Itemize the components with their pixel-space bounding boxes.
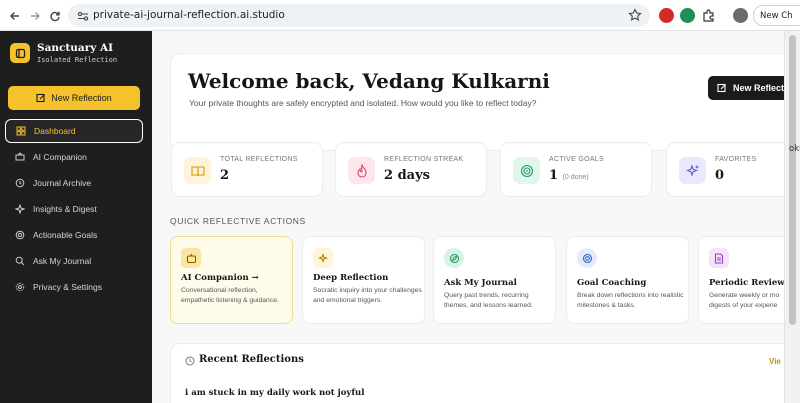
sidebar-item-label: AI Companion — [33, 152, 87, 162]
welcome-subtitle: Your private thoughts are safely encrypt… — [189, 98, 537, 108]
chat-icon — [15, 152, 25, 161]
stat-value: 2 days — [384, 168, 430, 183]
extension-red-icon[interactable] — [659, 8, 674, 23]
recent-reflections-title: Recent Reflections — [199, 354, 304, 365]
recent-reflections-card: Recent Reflections Vie i am stuck in my … — [170, 343, 784, 403]
sidebar-item-label: Privacy & Settings — [33, 282, 102, 292]
extensions-puzzle-icon[interactable] — [701, 8, 716, 23]
bot-icon — [181, 248, 201, 268]
scrollbar-thumb[interactable] — [789, 35, 796, 325]
stat-value: 1 (0 done) — [549, 168, 589, 183]
quick-actions-heading: QUICK REFLECTIVE ACTIONS — [170, 216, 306, 226]
compass-icon — [444, 248, 464, 268]
sidebar-item-goals[interactable]: Actionable Goals — [5, 223, 143, 247]
stat-card-active-goals: ACTIVE GOALS 1 (0 done) — [500, 142, 652, 197]
view-all-link[interactable]: Vie — [769, 357, 781, 366]
sidebar-item-label: Actionable Goals — [33, 230, 98, 240]
stat-note: (0 done) — [562, 174, 589, 181]
stat-label: ACTIVE GOALS — [549, 156, 604, 163]
book-icon — [184, 157, 211, 184]
action-description: Conversational reflection, empathetic li… — [181, 287, 279, 304]
sparkle-icon — [15, 204, 25, 214]
extension-green-icon[interactable] — [680, 8, 695, 23]
grid-icon — [16, 126, 26, 136]
bookmark-star-icon[interactable] — [628, 8, 642, 22]
brand-name: Sanctuary AI — [37, 42, 114, 54]
stat-card-reflection-streak: REFLECTION STREAK 2 days — [335, 142, 487, 197]
document-icon — [709, 248, 729, 268]
history-icon — [15, 178, 25, 188]
page-scrollbar[interactable] — [784, 31, 800, 403]
stat-card-total-reflections: TOTAL REFLECTIONS 2 — [171, 142, 323, 197]
welcome-card: Welcome back, Vedang Kulkarni Your priva… — [170, 53, 784, 151]
brand-logo-icon — [10, 43, 30, 63]
action-title: Deep Reflection — [313, 273, 389, 283]
reload-icon[interactable] — [46, 7, 64, 25]
sidebar-item-label: Journal Archive — [33, 178, 92, 188]
sidebar-item-label: Ask My Journal — [33, 256, 92, 266]
stat-card-favorites: FAVORITES 0 — [666, 142, 784, 197]
target-icon — [513, 157, 540, 184]
sidebar-item-label: Dashboard — [34, 126, 76, 136]
new-reflection-button[interactable]: New Reflection — [8, 86, 140, 110]
forward-icon[interactable] — [26, 7, 44, 25]
action-card-periodic-review[interactable]: Periodic Review Generate weekly or mo di… — [698, 236, 784, 324]
main-content: Welcome back, Vedang Kulkarni Your priva… — [152, 31, 784, 403]
sidebar-item-ai-companion[interactable]: AI Companion — [5, 145, 143, 169]
url-text: private-ai-journal-reflection.ai.studio — [93, 9, 285, 21]
action-card-goal-coaching[interactable]: Goal Coaching Break down reflections int… — [566, 236, 689, 324]
sidebar: Sanctuary AI Isolated Reflection New Ref… — [0, 31, 152, 403]
sidebar-item-dashboard[interactable]: Dashboard — [5, 119, 143, 143]
new-reflection-label: New Reflection — [51, 93, 112, 103]
action-card-ask-my-journal[interactable]: Ask My Journal Query past trends, recurr… — [433, 236, 556, 324]
stat-label: FAVORITES — [715, 156, 757, 163]
edit-icon — [36, 93, 46, 103]
clock-icon — [185, 356, 195, 366]
action-card-ai-companion[interactable]: AI Companion → Conversational reflection… — [170, 236, 293, 324]
new-reflection-header-button[interactable]: New Reflecti — [708, 76, 784, 100]
flame-icon — [348, 157, 375, 184]
target-icon — [15, 230, 25, 240]
reflection-entry-title[interactable]: i am stuck in my daily work not joyful — [185, 388, 364, 398]
gear-icon — [15, 282, 25, 292]
edit-icon — [717, 83, 726, 93]
action-description: Break down reflections into realistic mi… — [577, 292, 684, 309]
sidebar-item-ask-journal[interactable]: Ask My Journal — [5, 249, 143, 273]
sparkle-icon — [679, 157, 706, 184]
action-description: Socratic inquiry into your challenges an… — [313, 287, 422, 304]
brand-subtitle: Isolated Reflection — [37, 56, 118, 64]
stat-value: 2 — [220, 168, 230, 183]
action-title: Goal Coaching — [577, 278, 647, 288]
profile-avatar[interactable] — [733, 8, 748, 23]
sparkle-icon — [313, 248, 333, 268]
action-title: AI Companion → — [181, 273, 259, 283]
stat-value: 0 — [715, 168, 725, 183]
browser-toolbar: private-ai-journal-reflection.ai.studio … — [0, 0, 800, 31]
search-icon — [15, 256, 25, 266]
new-reflection-header-label: New Reflecti — [733, 83, 784, 93]
sidebar-item-label: Insights & Digest — [33, 204, 97, 214]
stat-label: TOTAL REFLECTIONS — [220, 156, 298, 163]
action-title: Ask My Journal — [444, 278, 517, 288]
back-icon[interactable] — [6, 7, 24, 25]
page-title: Welcome back, Vedang Kulkarni — [188, 69, 550, 93]
action-card-deep-reflection[interactable]: Deep Reflection Socratic inquiry into yo… — [302, 236, 425, 324]
sidebar-item-insights[interactable]: Insights & Digest — [5, 197, 143, 221]
action-title: Periodic Review — [709, 278, 784, 288]
address-bar[interactable]: private-ai-journal-reflection.ai.studio — [68, 4, 650, 27]
sidebar-item-journal-archive[interactable]: Journal Archive — [5, 171, 143, 195]
profile-button[interactable]: New Ch — [753, 5, 800, 26]
action-description: Query past trends, recurring themes, and… — [444, 292, 533, 309]
clipped-edge-text: okr — [789, 144, 800, 154]
sidebar-item-settings[interactable]: Privacy & Settings — [5, 275, 143, 299]
action-description: Generate weekly or mo digests of your ex… — [709, 292, 780, 309]
stat-label: REFLECTION STREAK — [384, 156, 464, 163]
site-settings-icon[interactable] — [76, 9, 90, 23]
target-icon — [577, 248, 597, 268]
